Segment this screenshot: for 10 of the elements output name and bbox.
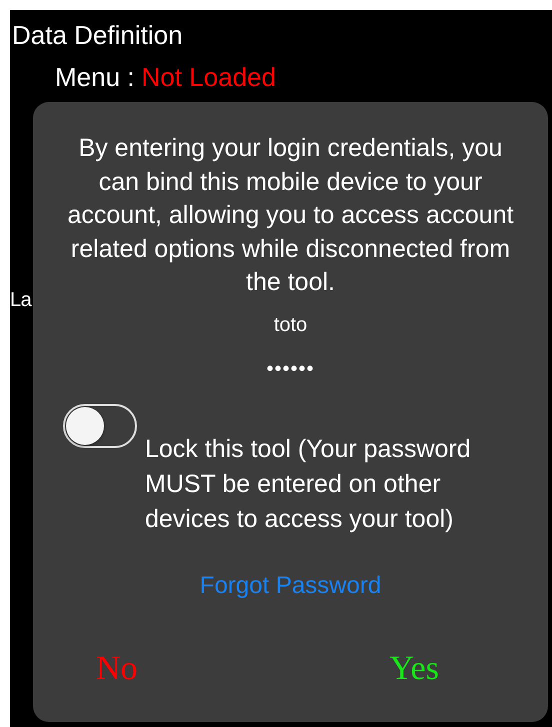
yes-button[interactable]: Yes: [390, 650, 439, 688]
row-label: Menu :: [55, 62, 134, 92]
password-field[interactable]: ••••••: [266, 356, 314, 382]
lock-label: Lock this tool (Your password MUST be entered on other devices to access your tool): [145, 434, 472, 534]
section-title: Data Definition: [11, 19, 184, 50]
row-label: La: [10, 288, 32, 312]
row-value: Not Loaded: [142, 62, 276, 92]
dialog-message: By entering your login credentials, you can bind this mobile device to your account, allowing you to access account related options while disconnected from the tool.: [66, 133, 515, 298]
lock-toggle[interactable]: [63, 404, 137, 448]
username-field[interactable]: toto: [274, 312, 308, 338]
